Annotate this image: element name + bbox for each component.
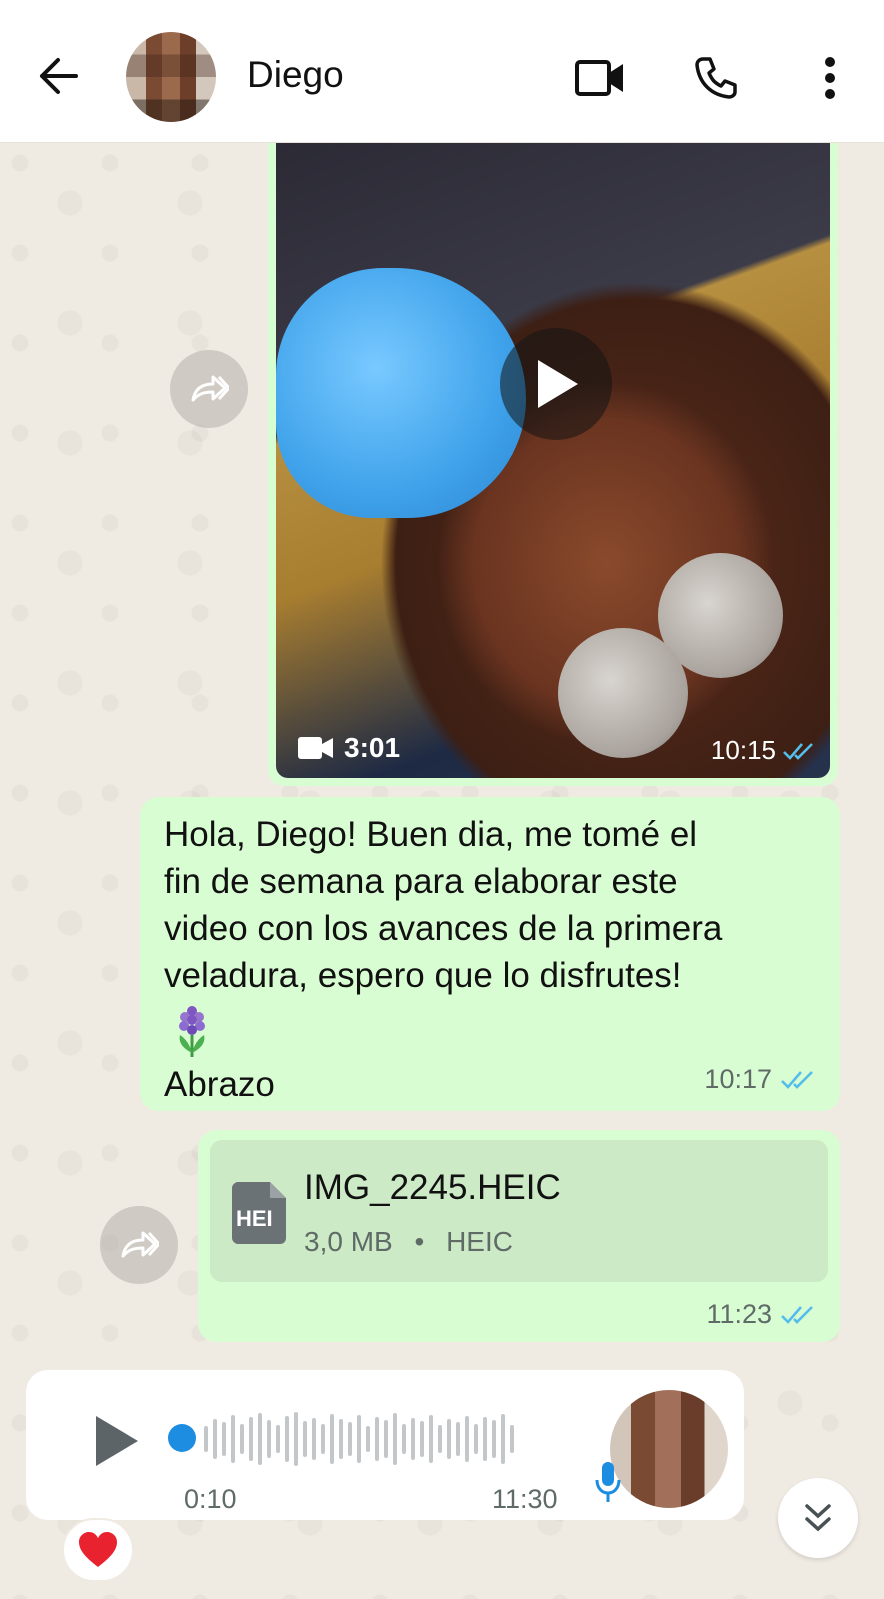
read-ticks-icon: [783, 742, 813, 760]
waveform-bar: [402, 1424, 406, 1454]
waveform-bar: [501, 1414, 505, 1464]
waveform-bar: [267, 1420, 271, 1458]
video-thumbnail[interactable]: 3:01 10:15: [276, 143, 830, 778]
video-duration-text: 3:01: [344, 732, 401, 763]
waveform-bar: [276, 1425, 280, 1453]
waveform-bar: [348, 1422, 352, 1456]
waveform-bar: [330, 1414, 334, 1464]
waveform-bar: [384, 1420, 388, 1458]
text-message-timestamp: 10:17: [704, 1064, 818, 1095]
file-size: 3,0 MB: [304, 1226, 393, 1257]
waveform-bar: [222, 1422, 226, 1456]
play-voice-button[interactable]: [86, 1406, 146, 1476]
voice-duration: 0:10: [184, 1484, 237, 1514]
scroll-to-bottom-button[interactable]: [778, 1478, 858, 1558]
play-icon: [96, 1416, 138, 1466]
waveform-bar: [375, 1417, 379, 1461]
heart-icon: [79, 1532, 117, 1567]
document-message-timestamp: 11:23: [706, 1299, 818, 1330]
file-type-icon-label: HEI: [236, 1206, 273, 1231]
video-camera-icon: [298, 737, 333, 759]
file-name: IMG_2245.HEIC: [304, 1168, 561, 1207]
waveform-bar: [393, 1413, 397, 1465]
contact-avatar[interactable]: [126, 32, 216, 122]
back-arrow-icon[interactable]: [32, 50, 84, 102]
forward-button[interactable]: [100, 1206, 178, 1284]
more-options-icon[interactable]: [800, 48, 860, 108]
microphone-icon: [592, 1460, 624, 1506]
video-frame-glove: [276, 268, 526, 518]
waveform-bar: [474, 1424, 478, 1454]
reaction-badge[interactable]: [62, 1518, 134, 1582]
waveform-bar: [303, 1421, 307, 1457]
double-chevron-down-icon: [805, 1504, 831, 1532]
waveform-bar: [204, 1426, 208, 1452]
waveform-bar: [420, 1421, 424, 1457]
document-card[interactable]: HEI IMG_2245.HEIC 3,0 MB • HEIC: [210, 1140, 828, 1282]
waveform-bar: [366, 1426, 370, 1452]
chat-header: Diego: [0, 0, 884, 143]
waveform-bar: [321, 1424, 325, 1454]
file-details: 3,0 MB • HEIC: [304, 1226, 513, 1258]
waveform-bar: [258, 1413, 262, 1465]
waveform-bar: [465, 1416, 469, 1462]
voice-timestamp: 11:30: [492, 1484, 558, 1514]
message-line: fin de semana para elaborar este: [164, 862, 678, 901]
waveform-bar: [438, 1425, 442, 1453]
waveform-bar: [429, 1415, 433, 1463]
text-time-text: 10:17: [704, 1064, 772, 1094]
document-time-text: 11:23: [706, 1299, 772, 1329]
text-message[interactable]: Hola, Diego! Buen dia, me tomé el fin de…: [140, 797, 840, 1111]
forward-button[interactable]: [170, 350, 248, 428]
waveform-bar: [249, 1417, 253, 1461]
waveform-bar: [213, 1419, 217, 1459]
waveform-bar: [312, 1418, 316, 1460]
waveform-bar: [510, 1425, 514, 1453]
file-detail-separator: •: [414, 1226, 425, 1257]
waveform-bar: [411, 1418, 415, 1460]
video-timestamp: 10:15: [711, 735, 818, 766]
waveform-bar: [492, 1420, 496, 1458]
hyacinth-emoji-icon: [179, 1006, 205, 1057]
video-message[interactable]: 3:01 10:15: [268, 143, 838, 786]
voice-call-icon[interactable]: [686, 48, 746, 108]
video-time-text: 10:15: [710, 735, 776, 765]
waveform-bar: [294, 1412, 298, 1466]
waveform-bar: [456, 1422, 460, 1456]
video-duration: 3:01: [298, 732, 400, 764]
waveform-bar: [285, 1416, 289, 1462]
sender-avatar: [610, 1390, 728, 1508]
waveform-bar: [231, 1415, 235, 1463]
heic-file-icon: HEI: [232, 1182, 286, 1244]
voice-progress-handle[interactable]: [168, 1424, 196, 1452]
video-frame-object: [558, 628, 688, 758]
contact-name[interactable]: Diego: [247, 54, 344, 96]
document-message[interactable]: HEI IMG_2245.HEIC 3,0 MB • HEIC 11:23: [198, 1130, 840, 1342]
voice-message[interactable]: 0:10 11:30: [26, 1370, 744, 1520]
waveform-bar: [357, 1415, 361, 1463]
waveform-bar: [339, 1419, 343, 1459]
file-type: HEIC: [446, 1226, 513, 1257]
message-line: video con los avances de la primera: [164, 909, 723, 948]
message-line: veladura, espero que lo disfrutes!: [164, 956, 682, 995]
voice-waveform[interactable]: [204, 1408, 574, 1470]
waveform-bar: [483, 1417, 487, 1461]
video-call-icon[interactable]: [570, 48, 630, 108]
play-video-button[interactable]: [500, 328, 612, 440]
waveform-bar: [240, 1424, 244, 1454]
message-line: Hola, Diego! Buen dia, me tomé el: [164, 815, 698, 854]
waveform-bar: [447, 1419, 451, 1459]
read-ticks-icon: [781, 1070, 813, 1089]
read-ticks-icon: [781, 1305, 813, 1324]
